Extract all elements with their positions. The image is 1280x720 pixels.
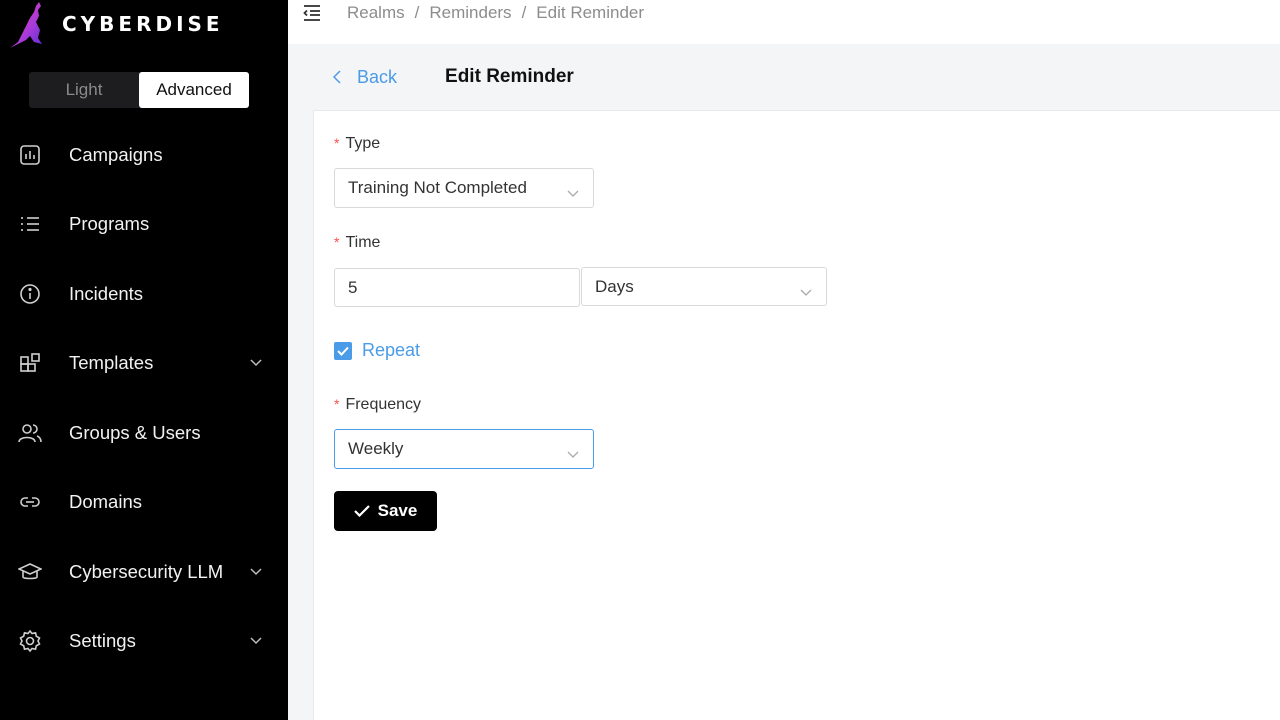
breadcrumb-reminders[interactable]: Reminders [429, 3, 511, 23]
sidebar-item-label: Cybersecurity LLM [69, 560, 224, 582]
time-amount-input[interactable]: 5 [334, 268, 580, 307]
back-label: Back [357, 66, 398, 87]
sidebar-item-label: Programs [69, 213, 150, 235]
back-button[interactable]: Back [333, 67, 397, 88]
brand-name: CYBERDISE [62, 12, 224, 36]
chevron-down-icon [250, 357, 262, 369]
required-asterisk: * [334, 396, 340, 412]
mode-option-advanced[interactable]: Advanced [139, 72, 249, 108]
required-asterisk: * [334, 234, 340, 250]
sidebar-item-label: Templates [69, 352, 154, 374]
sidebar-item-cybersecurity-llm[interactable]: Cybersecurity LLM [0, 537, 288, 607]
repeat-checkbox[interactable]: Repeat [334, 340, 420, 361]
chevron-down-icon [800, 282, 812, 296]
checkmark-icon [334, 341, 352, 360]
chevron-down-icon [250, 635, 262, 647]
sidebar: CYBERDISE Light Advanced Campaigns Progr… [0, 0, 288, 720]
sidebar-item-domains[interactable]: Domains [0, 468, 288, 538]
save-button[interactable]: Save [334, 491, 437, 531]
chevron-down-icon [567, 183, 579, 197]
brand-logo[interactable]: CYBERDISE [8, 0, 278, 50]
chevron-left-icon [333, 70, 341, 84]
sidebar-item-programs[interactable]: Programs [0, 190, 288, 260]
sidebar-item-label: Domains [69, 491, 142, 513]
mode-toggle: Light Advanced [29, 72, 249, 108]
breadcrumb-realms[interactable]: Realms [347, 3, 405, 23]
link-icon [18, 490, 42, 514]
sidebar-item-label: Settings [69, 630, 136, 652]
type-label: * Type [334, 135, 381, 152]
page-title: Edit Reminder [445, 66, 574, 87]
check-icon [353, 505, 370, 517]
sidebar-nav: Campaigns Programs Incidents Templates G… [0, 120, 288, 676]
sidebar-item-label: Incidents [69, 282, 144, 304]
time-unit-select[interactable]: Days [581, 267, 827, 306]
breadcrumb-current: Edit Reminder [536, 3, 645, 22]
form-card: * Type Training Not Completed * Time 5 Day… [313, 110, 1280, 720]
breadcrumb-separator: / [414, 3, 420, 22]
info-circle-icon [18, 282, 42, 306]
breadcrumb: Realms / Reminders / Edit Reminder [347, 3, 644, 23]
time-label: * Time [334, 234, 381, 251]
time-unit-value: Days [595, 276, 634, 296]
frequency-select-value: Weekly [348, 439, 404, 458]
users-icon [18, 421, 42, 445]
save-label: Save [377, 501, 418, 520]
breadcrumb-separator: / [521, 3, 527, 22]
gear-icon [18, 629, 42, 653]
kangaroo-logo-icon [8, 0, 48, 50]
repeat-label: Repeat [362, 340, 421, 360]
sidebar-item-label: Groups & Users [69, 421, 201, 443]
required-asterisk: * [334, 135, 340, 151]
sidebar-item-campaigns[interactable]: Campaigns [0, 120, 288, 190]
chevron-down-icon [250, 566, 262, 578]
menu-fold-icon[interactable] [302, 4, 322, 22]
mode-option-light[interactable]: Light [29, 72, 139, 108]
sidebar-item-label: Campaigns [69, 143, 163, 165]
type-select[interactable]: Training Not Completed [334, 168, 594, 208]
sidebar-item-settings[interactable]: Settings [0, 607, 288, 677]
frequency-select[interactable]: Weekly [334, 429, 594, 469]
top-bar: Realms / Reminders / Edit Reminder [288, 0, 1280, 44]
bar-chart-icon [18, 143, 42, 167]
frequency-label: * Frequency [334, 396, 422, 413]
sidebar-item-templates[interactable]: Templates [0, 329, 288, 399]
sidebar-item-incidents[interactable]: Incidents [0, 259, 288, 329]
blocks-icon [18, 351, 42, 375]
list-icon [18, 212, 42, 236]
chevron-down-icon [567, 444, 579, 458]
sidebar-item-groups-users[interactable]: Groups & Users [0, 398, 288, 468]
graduation-cap-icon [18, 560, 42, 584]
page-header: Back Edit Reminder [313, 44, 1280, 110]
type-select-value: Training Not Completed [348, 178, 527, 197]
